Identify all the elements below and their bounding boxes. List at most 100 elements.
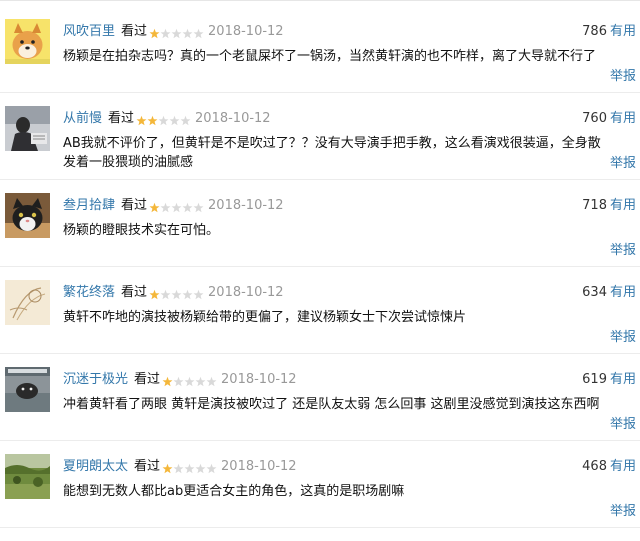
watch-status: 看过 xyxy=(121,285,148,300)
report-link[interactable]: 举报 xyxy=(610,416,636,434)
vote-count: 468 xyxy=(582,459,607,474)
star-empty-icon xyxy=(182,28,193,39)
star-empty-icon xyxy=(193,28,204,39)
watch-status: 看过 xyxy=(121,24,148,39)
comment-date: 2018-10-12 xyxy=(208,198,284,213)
comment-item: 夏明朗太太 看过 2018-10-12 468 有用 能想到无数人都比ab更适合女主的… xyxy=(0,441,640,528)
rating-stars xyxy=(149,284,204,306)
comment-text: 杨颖的瞪眼技术实在可怕。 xyxy=(63,223,220,238)
star-filled-icon xyxy=(149,202,160,213)
watch-status: 看过 xyxy=(121,198,148,213)
rating-stars xyxy=(162,458,217,480)
vote-count: 760 xyxy=(582,111,607,126)
report-link[interactable]: 举报 xyxy=(610,155,636,173)
star-empty-icon xyxy=(184,463,195,474)
user-name-link[interactable]: 从前慢 xyxy=(63,111,102,126)
star-empty-icon xyxy=(195,376,206,387)
useful-button[interactable]: 有用 xyxy=(610,285,636,300)
useful-button[interactable]: 有用 xyxy=(610,459,636,474)
star-filled-icon xyxy=(149,28,160,39)
star-empty-icon xyxy=(173,376,184,387)
report-link[interactable]: 举报 xyxy=(610,329,636,347)
star-empty-icon xyxy=(171,28,182,39)
comment-header: 叁月拾肆 看过 2018-10-12 xyxy=(63,195,284,217)
user-name-link[interactable]: 沉迷于极光 xyxy=(63,372,128,387)
rating-stars xyxy=(149,23,204,45)
useful-button[interactable]: 有用 xyxy=(610,111,636,126)
star-empty-icon xyxy=(169,115,180,126)
comment-item: 风吹百里 看过 2018-10-12 786 有用 杨颖是在拍杂志吗？真的一个老鼠屎坏… xyxy=(0,6,640,93)
user-name-link[interactable]: 夏明朗太太 xyxy=(63,459,128,474)
useful-button[interactable]: 有用 xyxy=(610,372,636,387)
watch-status: 看过 xyxy=(108,111,135,126)
comment-date: 2018-10-12 xyxy=(195,111,271,126)
star-empty-icon xyxy=(206,376,217,387)
landscape-avatar[interactable] xyxy=(5,454,50,499)
star-empty-icon xyxy=(158,115,169,126)
vote-area: 786 有用 xyxy=(582,21,636,43)
vote-count: 786 xyxy=(582,24,607,39)
star-empty-icon xyxy=(171,289,182,300)
star-empty-icon xyxy=(160,28,171,39)
comment-header: 风吹百里 看过 2018-10-12 xyxy=(63,21,284,43)
report-link[interactable]: 举报 xyxy=(610,242,636,260)
comment-item: 繁花终落 看过 2018-10-12 634 有用 黄轩不咋地的演技被杨颖给带的更偏了… xyxy=(0,267,640,354)
person-photo-avatar[interactable] xyxy=(5,106,50,151)
shiba-dog-avatar[interactable] xyxy=(5,19,50,64)
user-name-link[interactable]: 叁月拾肆 xyxy=(63,198,115,213)
watch-status: 看过 xyxy=(134,372,161,387)
comment-item: 从前慢 看过 2018-10-12 760 有用 AB我就不评价了，但黄轩是不是吹过了… xyxy=(0,93,640,180)
comment-text: 黄轩不咋地的演技被杨颖给带的更偏了，建议杨颖女士下次尝试惊悚片 xyxy=(63,310,467,325)
vote-count: 619 xyxy=(582,372,607,387)
vote-area: 634 有用 xyxy=(582,282,636,304)
star-filled-icon xyxy=(162,376,173,387)
comment-header: 繁花终落 看过 2018-10-12 xyxy=(63,282,284,304)
vote-area: 619 有用 xyxy=(582,369,636,391)
star-filled-icon xyxy=(162,463,173,474)
dog-water-avatar[interactable] xyxy=(5,367,50,412)
user-name-link[interactable]: 繁花终落 xyxy=(63,285,115,300)
star-empty-icon xyxy=(180,115,191,126)
star-empty-icon xyxy=(184,376,195,387)
vote-count: 634 xyxy=(582,285,607,300)
comment-date: 2018-10-12 xyxy=(208,285,284,300)
comment-text: AB我就不评价了，但黄轩是不是吹过了？？没有大导演手把手教，这么看演戏很装逼，全… xyxy=(63,136,601,170)
star-empty-icon xyxy=(171,202,182,213)
useful-button[interactable]: 有用 xyxy=(610,24,636,39)
comment-item: 沉迷于极光 看过 2018-10-12 619 有用 冲着黄轩看了两眼 黄轩是演技被吹… xyxy=(0,354,640,441)
sketch-art-avatar[interactable] xyxy=(5,280,50,325)
comment-date: 2018-10-12 xyxy=(208,24,284,39)
star-empty-icon xyxy=(160,289,171,300)
star-empty-icon xyxy=(193,202,204,213)
top-divider xyxy=(0,0,640,1)
star-empty-icon xyxy=(182,289,193,300)
comment-header: 沉迷于极光 看过 2018-10-12 xyxy=(63,369,297,391)
rating-stars xyxy=(149,197,204,219)
comment-header: 夏明朗太太 看过 2018-10-12 xyxy=(63,456,297,478)
comment-text: 能想到无数人都比ab更适合女主的角色，这真的是职场剧嘛 xyxy=(63,484,405,499)
star-empty-icon xyxy=(173,463,184,474)
star-empty-icon xyxy=(182,202,193,213)
star-filled-icon xyxy=(147,115,158,126)
vote-area: 718 有用 xyxy=(582,195,636,217)
user-name-link[interactable]: 风吹百里 xyxy=(63,24,115,39)
star-empty-icon xyxy=(206,463,217,474)
vote-count: 718 xyxy=(582,198,607,213)
cat-avatar[interactable] xyxy=(5,193,50,238)
star-empty-icon xyxy=(195,463,206,474)
comment-text: 冲着黄轩看了两眼 黄轩是演技被吹过了 还是队友太弱 怎么回事 这剧里没感觉到演技… xyxy=(63,397,600,412)
comment-date: 2018-10-12 xyxy=(221,372,297,387)
comment-header: 从前慢 看过 2018-10-12 xyxy=(63,108,271,130)
report-link[interactable]: 举报 xyxy=(610,68,636,86)
star-filled-icon xyxy=(136,115,147,126)
useful-button[interactable]: 有用 xyxy=(610,198,636,213)
rating-stars xyxy=(136,110,191,132)
comment-date: 2018-10-12 xyxy=(221,459,297,474)
star-filled-icon xyxy=(149,289,160,300)
report-link[interactable]: 举报 xyxy=(610,503,636,521)
watch-status: 看过 xyxy=(134,459,161,474)
comment-list: 风吹百里 看过 2018-10-12 786 有用 杨颖是在拍杂志吗？真的一个老鼠屎坏… xyxy=(0,6,640,528)
rating-stars xyxy=(162,371,217,393)
star-empty-icon xyxy=(160,202,171,213)
star-empty-icon xyxy=(193,289,204,300)
